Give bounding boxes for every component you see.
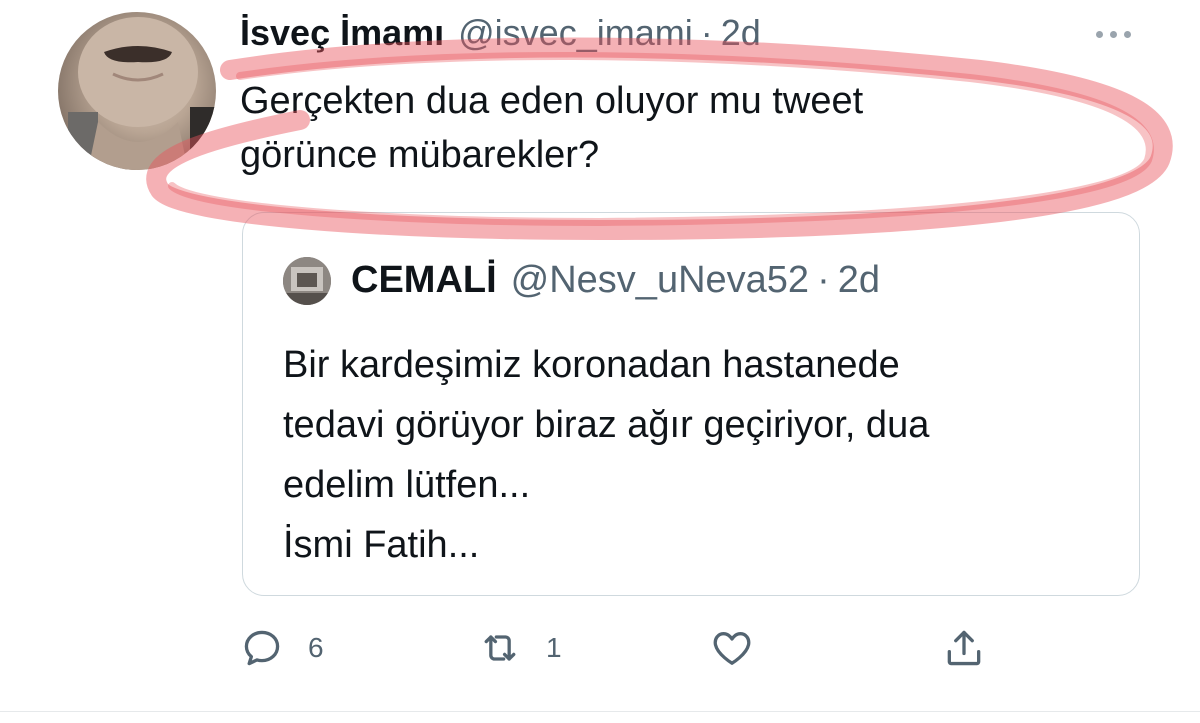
reply-button[interactable]: 6 <box>240 620 324 676</box>
quoted-tweet[interactable]: CEMALİ @Nesv_uNeva52 · 2d Bir kardeşimiz… <box>242 212 1140 596</box>
share-button[interactable] <box>942 620 986 676</box>
author-name[interactable]: İsveç İmamı <box>240 12 444 54</box>
like-button[interactable] <box>710 620 754 676</box>
author-handle[interactable]: @isvec_imami <box>458 12 693 54</box>
retweet-button[interactable]: 1 <box>478 620 562 676</box>
more-icon[interactable] <box>1092 24 1136 44</box>
share-icon <box>947 630 981 666</box>
quoted-tweet-timestamp[interactable]: 2d <box>838 259 880 302</box>
retweet-icon <box>484 635 516 661</box>
quoted-author-avatar[interactable] <box>283 257 331 305</box>
tweet[interactable]: İsveç İmamı @isvec_imami · 2d Gerçekten … <box>0 0 1200 723</box>
quoted-author-name[interactable]: CEMALİ <box>351 259 497 302</box>
tweet-text: Gerçekten dua eden oluyor mu tweet görün… <box>240 80 864 176</box>
reply-count: 6 <box>308 632 324 663</box>
like-icon <box>713 632 751 665</box>
retweet-count: 1 <box>546 632 562 663</box>
tweet-header: İsveç İmamı @isvec_imami · 2d <box>240 12 761 62</box>
quoted-tweet-text: Bir kardeşimiz koronadan hastanede tedav… <box>283 344 930 566</box>
tweet-actions: 6 1 <box>0 620 1200 680</box>
tweet-timestamp[interactable]: 2d <box>721 12 761 54</box>
divider <box>0 711 1200 712</box>
quoted-separator-dot: · <box>817 259 830 301</box>
quoted-tweet-header: CEMALİ @Nesv_uNeva52 · 2d <box>351 259 880 302</box>
separator-dot: · <box>700 12 713 53</box>
reply-icon <box>244 630 280 666</box>
author-avatar[interactable] <box>58 12 216 170</box>
quoted-author-handle[interactable]: @Nesv_uNeva52 <box>511 259 809 302</box>
